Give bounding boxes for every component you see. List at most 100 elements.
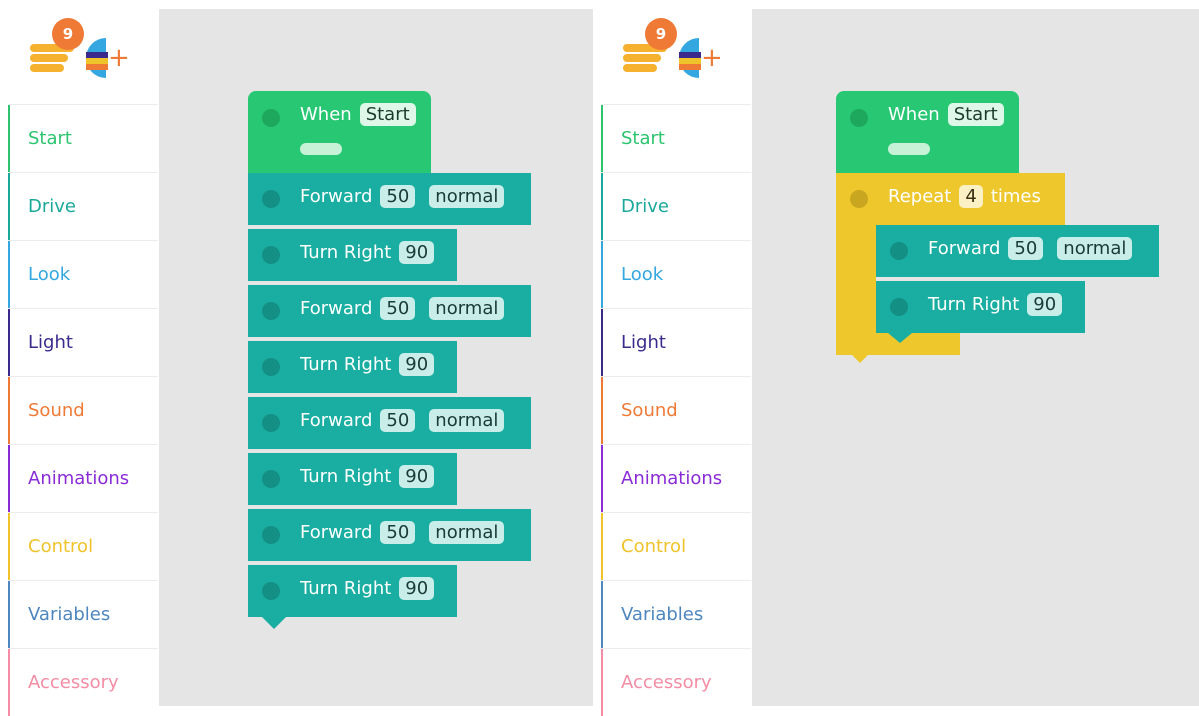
sidebar-item-start[interactable]: Start — [601, 104, 751, 172]
block-label: Forward — [300, 410, 373, 431]
block-label: When — [300, 104, 352, 125]
app-logo: 9 + — [30, 18, 140, 78]
angle-input[interactable]: 90 — [399, 577, 435, 600]
block-row: Turn Right 90 — [300, 465, 435, 488]
block-row: Forward 50 normal — [928, 237, 1133, 260]
forward-block[interactable]: Forward 50 normal — [248, 173, 531, 225]
plus-icon[interactable]: + — [108, 45, 130, 71]
forward-block[interactable]: Forward 50 normal — [876, 225, 1159, 277]
block-label: Turn Right — [300, 578, 392, 599]
sidebar-item-control[interactable]: Control — [601, 512, 751, 580]
sidebar-item-animations[interactable]: Animations — [601, 444, 751, 512]
speed-dropdown[interactable]: normal — [429, 409, 505, 432]
sidebar-item-look[interactable]: Look — [8, 240, 158, 308]
angle-input[interactable]: 90 — [399, 465, 435, 488]
repeat-count-input[interactable]: 4 — [959, 185, 983, 208]
sidebar-item-label: Variables — [621, 604, 704, 625]
sidebar-item-label: Look — [28, 264, 71, 285]
sidebar-item-label: Look — [621, 264, 664, 285]
block-label: Forward — [300, 186, 373, 207]
block-label: When — [888, 104, 940, 125]
plus-icon[interactable]: + — [701, 45, 723, 71]
block-row: Turn Right 90 — [928, 293, 1063, 316]
turn-right-block[interactable]: Turn Right 90 — [248, 565, 457, 617]
category-color-bar — [601, 445, 603, 512]
block-row: Turn Right 90 — [300, 577, 435, 600]
category-sidebar: Start Drive Look Light Sound Animations Contro… — [601, 104, 751, 716]
distance-input[interactable]: 50 — [380, 409, 416, 432]
when-start-block[interactable]: When Start — [836, 91, 1019, 175]
turn-right-block[interactable]: Turn Right 90 — [248, 453, 457, 505]
sidebar-item-label: Sound — [621, 400, 678, 421]
sidebar-item-label: Drive — [28, 196, 76, 217]
block-handle-icon — [850, 109, 868, 127]
category-color-bar — [601, 105, 603, 172]
sidebar-item-animations[interactable]: Animations — [8, 444, 158, 512]
block-handle-icon — [262, 109, 280, 127]
speed-dropdown[interactable]: normal — [1057, 237, 1133, 260]
add-extension-icon[interactable] — [679, 38, 701, 78]
sidebar-item-variables[interactable]: Variables — [8, 580, 158, 648]
block-handle-icon — [262, 358, 280, 376]
code-canvas[interactable]: When Start Repeat 4 times Forward 50 normal Turn… — [752, 9, 1199, 706]
category-color-bar — [601, 513, 603, 580]
turn-right-block[interactable]: Turn Right 90 — [248, 229, 457, 281]
turn-right-block[interactable]: Turn Right 90 — [248, 341, 457, 393]
forward-block[interactable]: Forward 50 normal — [248, 509, 531, 561]
angle-input[interactable]: 90 — [399, 241, 435, 264]
angle-input[interactable]: 90 — [399, 353, 435, 376]
toolbar-header: 9 + — [0, 0, 158, 104]
sidebar-item-light[interactable]: Light — [8, 308, 158, 376]
turn-right-block[interactable]: Turn Right 90 — [876, 281, 1085, 333]
category-sidebar: Start Drive Look Light Sound Animations Contro… — [8, 104, 158, 716]
block-label: Turn Right — [300, 466, 392, 487]
block-handle-icon — [850, 190, 868, 208]
distance-input[interactable]: 50 — [380, 185, 416, 208]
sidebar-item-look[interactable]: Look — [601, 240, 751, 308]
distance-input[interactable]: 50 — [1008, 237, 1044, 260]
category-color-bar — [601, 173, 603, 240]
block-row: Repeat 4 times — [888, 185, 1041, 208]
sidebar-item-variables[interactable]: Variables — [601, 580, 751, 648]
forward-block[interactable]: Forward 50 normal — [248, 397, 531, 449]
distance-input[interactable]: 50 — [380, 297, 416, 320]
sidebar-item-label: Accessory — [28, 672, 119, 693]
sidebar-item-drive[interactable]: Drive — [8, 172, 158, 240]
sidebar-item-drive[interactable]: Drive — [601, 172, 751, 240]
block-row: Forward 50 normal — [300, 185, 505, 208]
start-pill-icon — [300, 143, 342, 155]
angle-input[interactable]: 90 — [1027, 293, 1063, 316]
block-row: Forward 50 normal — [300, 297, 505, 320]
repeat-foot-gap — [960, 331, 1065, 355]
forward-block[interactable]: Forward 50 normal — [248, 285, 531, 337]
trigger-dropdown[interactable]: Start — [947, 103, 1004, 126]
sidebar-item-sound[interactable]: Sound — [8, 376, 158, 444]
sidebar-item-control[interactable]: Control — [8, 512, 158, 580]
distance-input[interactable]: 50 — [380, 521, 416, 544]
trigger-dropdown[interactable]: Start — [359, 103, 416, 126]
category-color-bar — [601, 581, 603, 648]
block-notch-icon — [262, 617, 286, 629]
add-extension-icon[interactable] — [86, 38, 108, 78]
block-handle-icon — [262, 246, 280, 264]
speed-dropdown[interactable]: normal — [429, 185, 505, 208]
sidebar-item-label: Variables — [28, 604, 111, 625]
speed-dropdown[interactable]: normal — [429, 521, 505, 544]
hamburger-line — [30, 54, 68, 62]
sidebar-item-label: Sound — [28, 400, 85, 421]
hamburger-line — [623, 54, 661, 62]
category-color-bar — [8, 105, 10, 172]
code-canvas[interactable]: When Start Forward 50 normal Turn Right 90 Forw… — [159, 9, 593, 706]
right-panel: 9 + Start Drive Look Light Sound Animations Co… — [593, 0, 1199, 716]
block-label: Forward — [928, 238, 1001, 259]
block-label: Forward — [300, 522, 373, 543]
when-start-block[interactable]: When Start — [248, 91, 431, 175]
category-color-bar — [8, 377, 10, 444]
block-handle-icon — [262, 302, 280, 320]
sidebar-item-sound[interactable]: Sound — [601, 376, 751, 444]
sidebar-item-light[interactable]: Light — [601, 308, 751, 376]
speed-dropdown[interactable]: normal — [429, 297, 505, 320]
sidebar-item-start[interactable]: Start — [8, 104, 158, 172]
sidebar-item-label: Start — [28, 128, 72, 149]
left-panel: 9 + Start Drive Look Light Sound Animations Co… — [0, 0, 593, 716]
